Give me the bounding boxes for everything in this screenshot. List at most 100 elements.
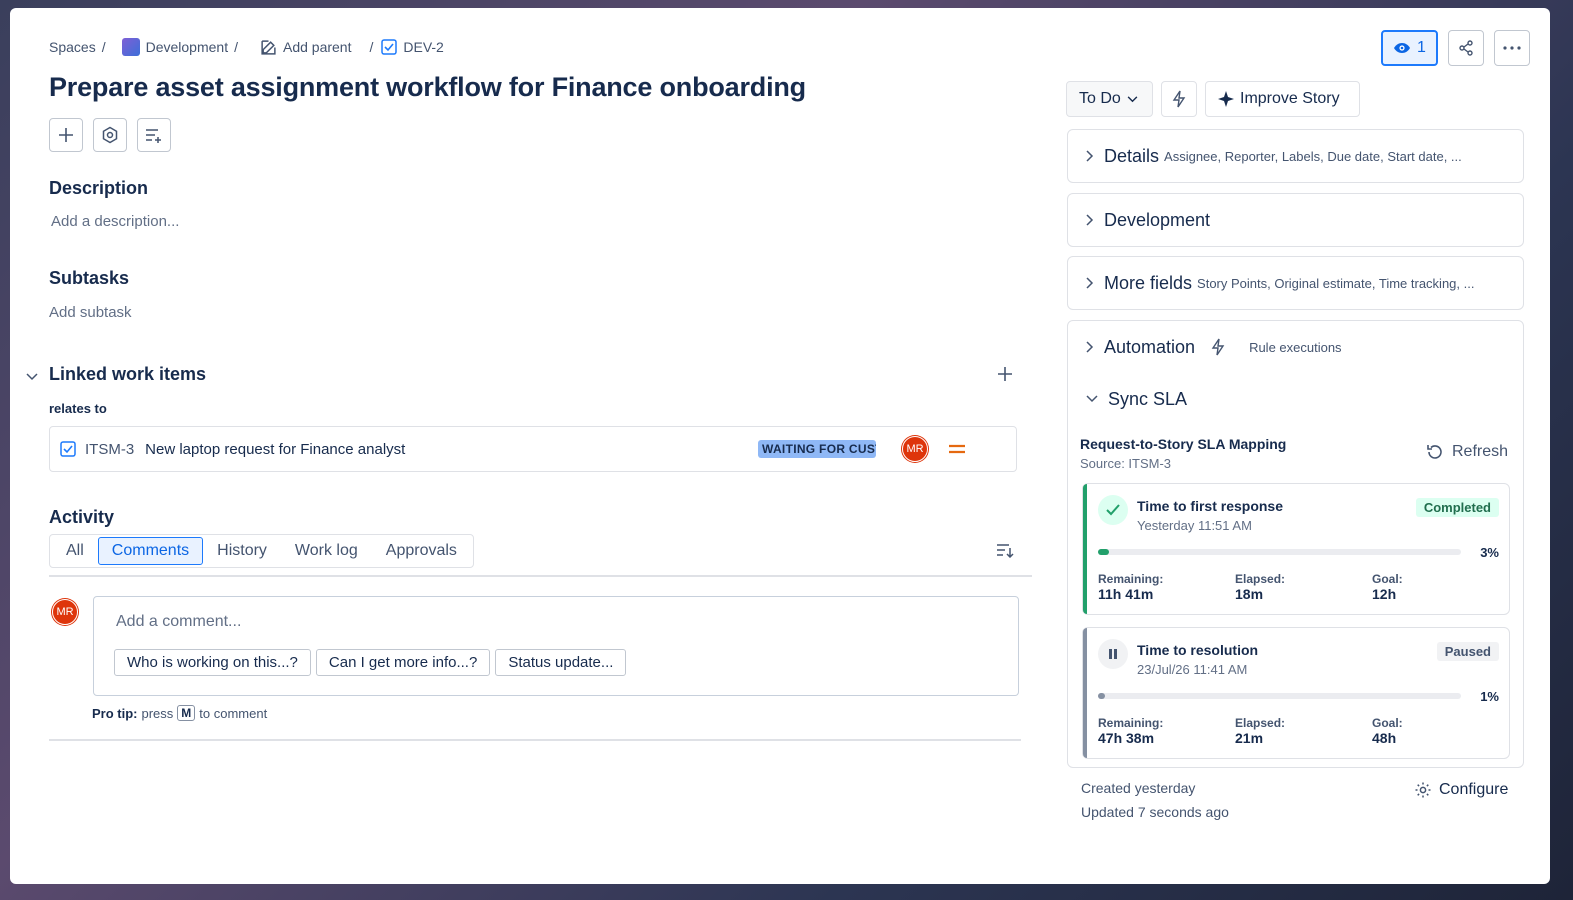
add-parent-button[interactable]: Add parent [260, 39, 352, 56]
more-fields-summary: Story Points, Original estimate, Time tr… [1197, 275, 1475, 291]
suggestion-chip[interactable]: Status update... [495, 649, 627, 676]
linked-item-summary[interactable]: New laptop request for Finance analyst [145, 441, 405, 458]
eye-icon [1394, 43, 1411, 53]
stat-value: 21m [1235, 730, 1264, 746]
sort-icon [997, 544, 1014, 559]
share-icon [1459, 40, 1473, 56]
tab-approvals[interactable]: Approvals [372, 537, 471, 565]
story-checkbox-icon [60, 441, 76, 457]
refresh-label: Refresh [1452, 443, 1509, 460]
tab-work-log[interactable]: Work log [281, 537, 372, 565]
linked-item-row[interactable]: ITSM-3 New laptop request for Finance an… [49, 426, 1017, 472]
activity-divider [49, 575, 1032, 577]
sync-sla-row[interactable]: Sync SLA [1068, 373, 1523, 425]
sla-progress-fill [1098, 549, 1109, 555]
sla-card: Time to first response Yesterday 11:51 A… [1082, 483, 1510, 615]
stat-value: 11h 41m [1098, 586, 1154, 602]
details-label: Details [1104, 145, 1160, 166]
sla-name: Time to resolution [1137, 642, 1259, 658]
details-panel[interactable]: Details Assignee, Reporter, Labels, Due … [1067, 129, 1524, 183]
automation-summary: Rule executions [1249, 339, 1342, 355]
refresh-button[interactable]: Refresh [1426, 443, 1508, 461]
pause-icon [1098, 639, 1128, 669]
refresh-icon [1427, 445, 1442, 459]
avatar[interactable]: MR [902, 436, 928, 462]
list-add-icon [146, 129, 161, 143]
description-heading: Description [49, 178, 149, 198]
comment-suggestions: Who is working on this...? Can I get mor… [114, 649, 627, 676]
page-title[interactable]: Prepare asset assignment workflow for Fi… [49, 72, 806, 103]
sla-elapsed: Elapsed: 21m [1235, 716, 1285, 746]
stat-label: Elapsed: [1235, 716, 1286, 730]
development-panel[interactable]: Development [1067, 193, 1524, 247]
tab-comments[interactable]: Comments [97, 537, 204, 565]
add-link-button[interactable] [997, 366, 1013, 387]
suggestion-chip[interactable]: Who is working on this...? [114, 649, 311, 676]
sla-accent-bar [1083, 484, 1087, 614]
sla-time: 23/Jul/26 11:41 AM [1137, 662, 1248, 677]
description-field[interactable]: Add a description... [51, 213, 179, 230]
sort-activity-button[interactable] [996, 542, 1014, 563]
comment-editor[interactable]: Add a comment... Who is working on this.… [93, 596, 1019, 696]
relation-label: relates to [49, 401, 107, 416]
sla-goal: Goal: 12h [1372, 572, 1403, 602]
more-icon [1503, 46, 1521, 50]
automation-button[interactable] [1161, 81, 1197, 117]
add-button[interactable] [49, 118, 83, 152]
chevron-down-icon [1127, 95, 1138, 102]
sla-progress-label: 3% [1480, 545, 1499, 560]
stat-value: 12h [1372, 586, 1397, 602]
stat-label: Remaining: [1098, 572, 1164, 586]
suggestion-chip[interactable]: Can I get more info...? [315, 649, 491, 676]
tab-all[interactable]: All [52, 537, 98, 565]
subtasks-heading: Subtasks [49, 268, 130, 288]
details-summary: Assignee, Reporter, Labels, Due date, St… [1164, 148, 1462, 164]
breadcrumb-separator: / [234, 39, 238, 55]
status-dropdown[interactable]: To Do [1066, 81, 1153, 117]
hexagon-settings-icon [102, 126, 118, 144]
breadcrumb-space[interactable]: Development [121, 38, 228, 56]
automation-row[interactable]: Automation Rule executions [1068, 321, 1523, 373]
stat-value: 47h 38m [1098, 730, 1155, 746]
breadcrumb-issue-key[interactable]: DEV-2 [381, 39, 444, 55]
improve-story-button[interactable]: Improve Story [1205, 81, 1360, 117]
share-button[interactable] [1448, 30, 1484, 66]
issue-toolbar [49, 118, 171, 152]
comment-placeholder[interactable]: Add a comment... [116, 613, 241, 631]
apps-panel: Automation Rule executions Sync SLA Requ… [1067, 320, 1524, 768]
lightning-icon [1172, 90, 1186, 108]
breadcrumb: Spaces / Development / Add parent / DEV-… [49, 38, 444, 56]
avatar: MR [52, 599, 78, 625]
sync-sla-label: Sync SLA [1108, 388, 1188, 409]
configure-button[interactable]: Configure [1414, 781, 1508, 799]
issue-actions: To Do Improve Story [1066, 81, 1360, 117]
sla-name: Time to first response [1137, 498, 1284, 514]
add-parent-label: Add parent [282, 39, 352, 55]
status-badge: Paused [1436, 642, 1499, 661]
pro-tip-text: to comment [199, 705, 268, 721]
automation-label: Automation [1104, 336, 1196, 357]
activity-tabs: All Comments History Work log Approvals [49, 534, 474, 568]
chevron-down-icon [26, 373, 38, 381]
watchers-button[interactable]: 1 [1381, 30, 1438, 66]
add-subtask-button[interactable]: Add subtask [49, 304, 132, 321]
pro-tip-text: press [141, 705, 174, 721]
stat-label: Remaining: [1098, 716, 1164, 730]
apps-button[interactable] [93, 118, 127, 152]
shortcut-key: M [177, 705, 196, 721]
linked-item-key[interactable]: ITSM-3 [85, 441, 134, 458]
development-label: Development [1104, 209, 1211, 230]
tab-history[interactable]: History [203, 537, 281, 565]
stat-label: Goal: [1372, 572, 1403, 586]
breadcrumb-spaces[interactable]: Spaces [49, 39, 96, 55]
more-actions-button[interactable] [1494, 30, 1530, 66]
more-fields-panel[interactable]: More fields Story Points, Original estim… [1067, 256, 1524, 310]
sparkle-icon [1218, 91, 1234, 107]
status-label: To Do [1079, 90, 1121, 107]
linked-item-status[interactable]: WAITING FOR CUSTOMER [758, 440, 876, 458]
add-checklist-button[interactable] [137, 118, 171, 152]
sla-progress-track [1098, 549, 1461, 555]
chevron-right-icon [1086, 277, 1094, 289]
stat-value: 18m [1235, 586, 1264, 602]
linked-collapse-toggle[interactable] [26, 368, 38, 386]
